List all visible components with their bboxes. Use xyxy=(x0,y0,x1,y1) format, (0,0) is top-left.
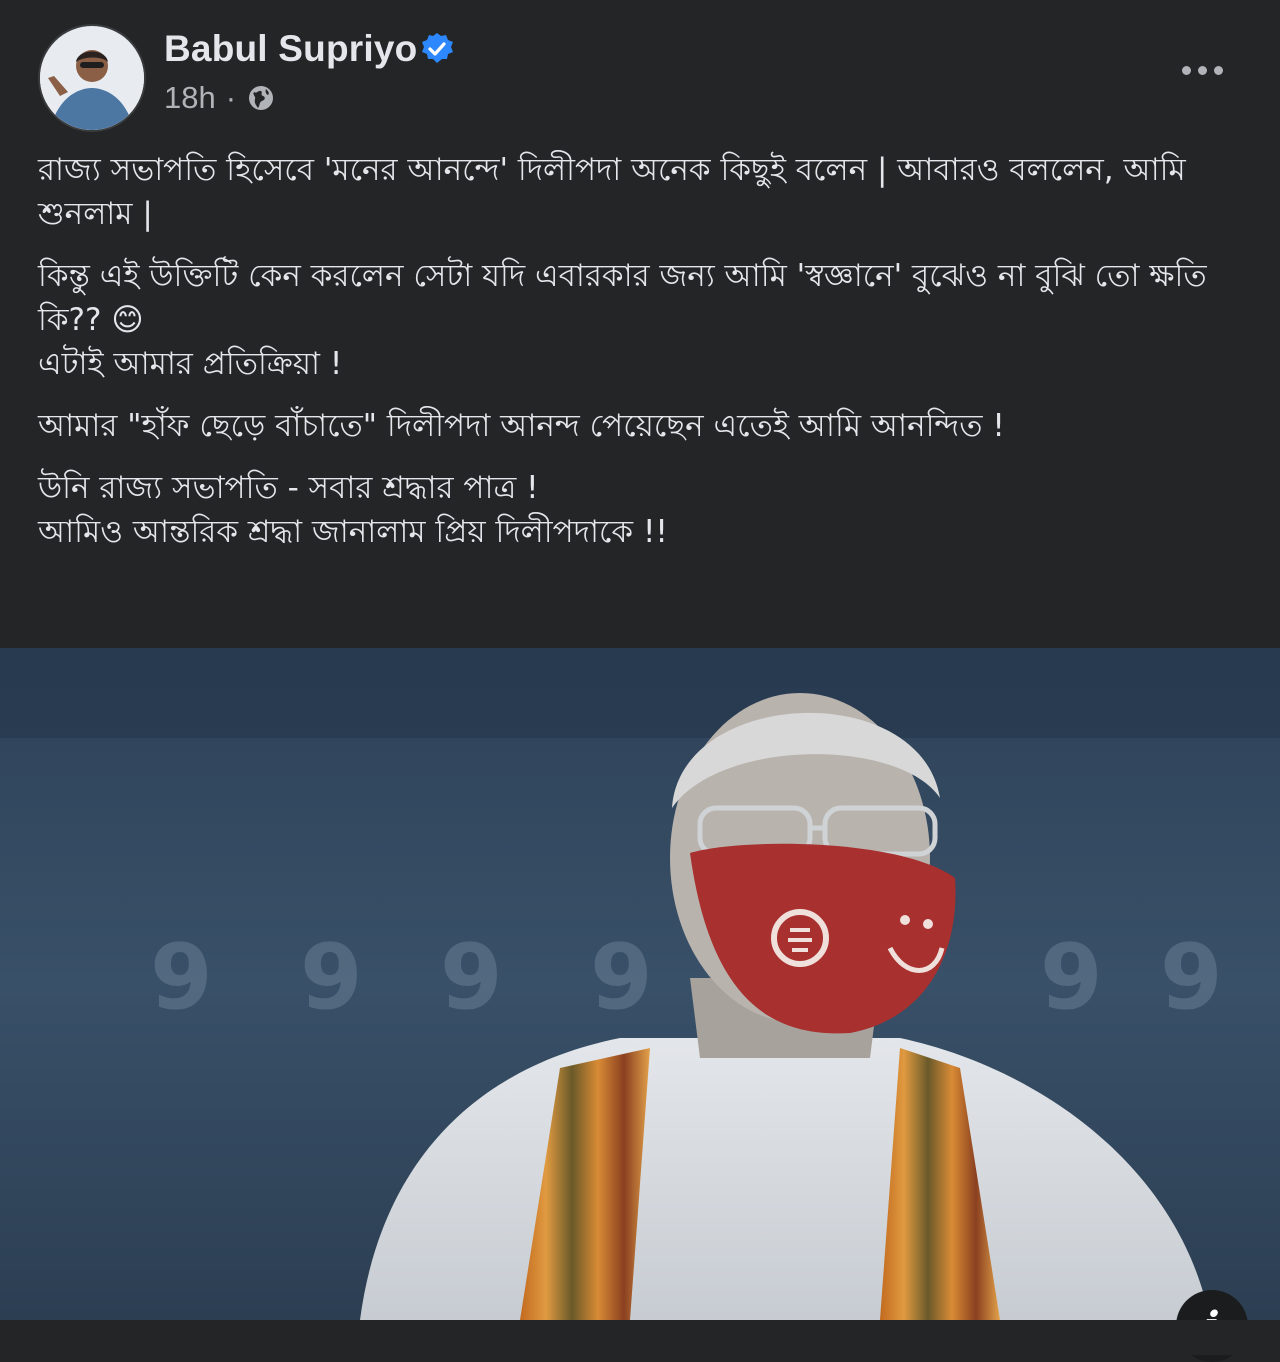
more-options-icon[interactable] xyxy=(1172,52,1232,88)
post-paragraph: আমার "হাঁফ ছেড়ে বাঁচাতে" দিলীপদা আনন্দ … xyxy=(38,408,1005,444)
verified-badge-icon xyxy=(422,33,453,63)
svg-text:9: 9 xyxy=(590,925,653,1030)
post-header: Babul Supriyo 18h · xyxy=(0,0,1280,140)
post-text: রাজ্য সভাপতি হিসেবে 'মনের আনন্দে' দিলীপদ… xyxy=(38,148,1248,572)
avatar-image xyxy=(40,26,144,130)
avatar[interactable] xyxy=(38,24,146,132)
footer-strip xyxy=(0,1320,1280,1355)
globe-icon[interactable] xyxy=(246,83,276,113)
svg-text:9: 9 xyxy=(1040,925,1103,1030)
post-image[interactable]: 9 9 9 9 9 9 xyxy=(0,648,1280,1320)
post-time[interactable]: 18h xyxy=(164,80,216,116)
author-name[interactable]: Babul Supriyo xyxy=(164,28,417,70)
post-paragraph: রাজ্য সভাপতি হিসেবে 'মনের আনন্দে' দিলীপদ… xyxy=(38,152,1186,232)
post-photo: 9 9 9 9 9 9 xyxy=(0,648,1280,1320)
post-paragraph: উনি রাজ্য সভাপতি - সবার শ্রদ্ধার পাত্র !… xyxy=(38,470,668,550)
svg-text:9: 9 xyxy=(440,925,503,1030)
post-meta: 18h · xyxy=(164,80,276,116)
svg-text:9: 9 xyxy=(150,925,213,1030)
svg-text:9: 9 xyxy=(1160,925,1223,1030)
svg-text:9: 9 xyxy=(300,925,363,1030)
post-paragraph: কিন্তু এই উক্তিটি কেন করলেন সেটা যদি এবা… xyxy=(38,258,1207,382)
meta-separator: · xyxy=(225,80,237,115)
